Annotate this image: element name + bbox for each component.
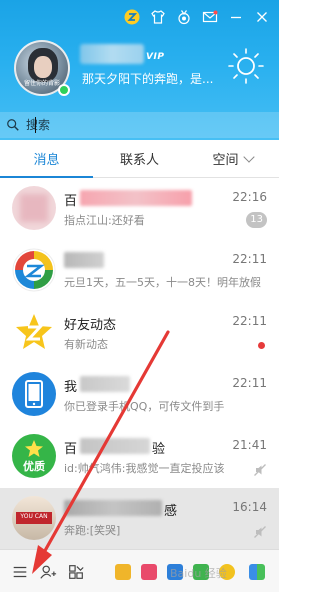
list-item[interactable]: 好友动态 有新动态 22:11	[0, 302, 279, 364]
list-item-time: 22:11	[232, 252, 267, 266]
apps-grid-icon[interactable]	[249, 564, 265, 580]
unread-badge: 13	[246, 212, 267, 228]
list-item-title: 我	[64, 380, 78, 395]
title-blur	[64, 500, 162, 516]
list-item[interactable]: YOU CAN 感 奔跑:[笑哭] 16:14	[0, 488, 279, 550]
profile-header: 留住你的背影 VIP 那天夕阳下的奔跑，是...	[0, 0, 279, 140]
title-blur	[64, 252, 104, 268]
list-item-title: 百	[64, 194, 78, 209]
mail-icon[interactable]	[199, 6, 221, 28]
contact-avatar	[12, 186, 56, 230]
title-blur	[80, 190, 192, 206]
new-dot-icon	[258, 342, 265, 349]
add-friend-icon[interactable]	[38, 562, 58, 582]
list-item-time: 21:41	[232, 438, 267, 452]
list-item[interactable]: 我 你已登录手机QQ，可传文件到手 22:11	[0, 364, 279, 426]
list-item-preview: 奔跑:[笑哭]	[64, 524, 121, 537]
app-manager-icon[interactable]	[66, 562, 86, 582]
qq-z-icon[interactable]	[121, 6, 143, 28]
video-icon[interactable]	[141, 564, 157, 580]
phone-device-icon	[12, 372, 56, 416]
main-menu-icon[interactable]	[10, 562, 30, 582]
tab-qzone-label: 空间	[212, 153, 239, 168]
tab-messages-label: 消息	[33, 153, 60, 168]
bottom-toolbar: Baidu 经验	[0, 549, 279, 592]
list-item-preview: 你已登录手机QQ，可传文件到手	[64, 400, 225, 413]
list-item-time: 22:11	[232, 314, 267, 328]
game-icon[interactable]	[115, 564, 131, 580]
list-item[interactable]: 优质 百 验 id:帅气鸿伟:我感觉一直定投应该 21:41	[0, 426, 279, 488]
list-item[interactable]: 百 指点江山:还好看 22:16 13	[0, 178, 279, 240]
list-item-title-suffix: 验	[152, 442, 166, 457]
medal-icon[interactable]	[173, 6, 195, 28]
mute-icon	[253, 462, 267, 476]
search-input[interactable]	[26, 114, 226, 136]
vip-badge[interactable]: VIP	[146, 52, 164, 62]
list-item-time: 22:11	[232, 376, 267, 390]
search-bar[interactable]	[0, 112, 279, 138]
list-item-preview: 指点江山:还好看	[64, 214, 145, 227]
signature-text[interactable]: 那天夕阳下的奔跑，是...	[82, 70, 240, 87]
tab-contacts-label: 联系人	[119, 153, 159, 168]
title-blur	[80, 376, 130, 392]
list-item-time: 22:16	[232, 190, 267, 204]
list-item-title: 百	[64, 442, 78, 457]
main-tabs: 消息 联系人 空间	[0, 140, 279, 178]
tab-qzone[interactable]: 空间	[186, 140, 279, 177]
nickname-blurred	[80, 44, 144, 64]
avatar-caption: 留住你的背影	[23, 80, 60, 87]
watermark: Baidu 经验	[170, 567, 227, 580]
friend-feed-icon	[12, 310, 56, 354]
minimize-icon[interactable]	[225, 6, 247, 28]
quality-label: 优质	[23, 460, 45, 473]
title-blur	[80, 438, 150, 454]
weather-sun-icon[interactable]	[226, 46, 266, 86]
tab-contacts[interactable]: 联系人	[93, 140, 186, 177]
top-toolbar	[80, 6, 273, 28]
list-item-time: 16:14	[232, 500, 267, 514]
list-item-preview: 有新动态	[64, 338, 108, 351]
qzone-logo-icon	[12, 248, 56, 292]
list-item-preview: id:帅气鸿伟:我感觉一直定投应该	[64, 462, 225, 475]
close-icon[interactable]	[251, 6, 273, 28]
tab-messages[interactable]: 消息	[0, 140, 93, 178]
avatar-face	[34, 56, 52, 78]
list-item-preview: 元旦1天，五一5天，十一8天！明年放假	[64, 276, 261, 289]
group-photo-avatar: YOU CAN	[12, 496, 56, 540]
chevron-down-icon	[242, 150, 255, 163]
mute-icon	[253, 524, 267, 538]
search-icon	[0, 112, 26, 138]
list-item-title-suffix: 感	[164, 504, 178, 519]
online-status-icon[interactable]	[58, 84, 70, 96]
message-list: 百 指点江山:还好看 22:16 13 元旦1天，五一5天，十一8天！明年放假 …	[0, 178, 279, 550]
quality-badge-icon: 优质	[12, 434, 56, 478]
skin-shirt-icon[interactable]	[147, 6, 169, 28]
text-caret	[35, 117, 36, 133]
list-item-title: 好友动态	[64, 318, 117, 333]
list-item[interactable]: 元旦1天，五一5天，十一8天！明年放假 22:11	[0, 240, 279, 302]
